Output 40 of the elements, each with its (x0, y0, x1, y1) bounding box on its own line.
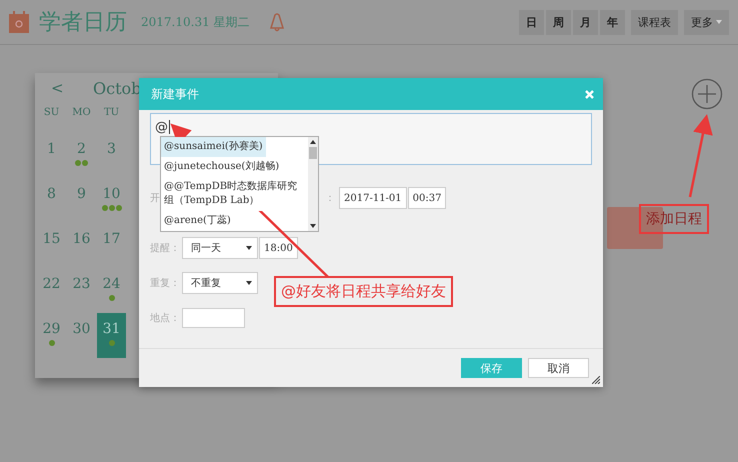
suggestion-item[interactable]: @sunsaimei(孙赛美) (161, 137, 266, 157)
annotation-label: @好友将日程共享给好友 (274, 276, 453, 307)
view-button[interactable]: 年 (600, 10, 625, 34)
caret-icon (246, 281, 252, 285)
view-button[interactable]: 周 (546, 10, 571, 34)
end-date-field[interactable]: 2017-11-01 (339, 187, 407, 209)
calendar-day[interactable]: 31 (97, 313, 126, 358)
view-button[interactable]: 更多 (684, 10, 729, 34)
weekday-label: SU (42, 106, 60, 120)
end-time-label: ： (325, 192, 336, 205)
cancel-button[interactable]: 取消 (528, 358, 589, 378)
close-icon[interactable] (585, 90, 594, 98)
reminder-time-field[interactable]: 18:00 (259, 237, 298, 259)
repeat-select[interactable]: 不重复 (182, 272, 258, 294)
caret-icon (246, 246, 252, 250)
scroll-up-icon[interactable] (310, 140, 316, 144)
start-time-label: 开 (150, 192, 160, 205)
scrollbar-thumb[interactable] (309, 147, 317, 159)
reminder-label: 提醒： (150, 242, 181, 255)
view-button[interactable]: 课程表 (631, 10, 678, 34)
calendar-icon (9, 11, 29, 33)
reminder-select[interactable]: 同一天 (182, 237, 258, 259)
end-time-field[interactable]: 00:37 (408, 187, 446, 209)
resize-grip-icon (592, 376, 600, 384)
weekday-label: MO (71, 106, 92, 120)
bell-icon[interactable] (268, 12, 286, 32)
scroll-down-icon[interactable] (310, 224, 316, 228)
repeat-label: 重复： (150, 276, 181, 290)
view-button[interactable]: 月 (573, 10, 598, 34)
location-field[interactable] (182, 308, 245, 328)
view-button[interactable]: 日 (519, 10, 544, 34)
dialog-title: 新建事件 (151, 86, 199, 102)
current-date: 2017.10.31 星期二 (141, 14, 250, 30)
add-icon[interactable] (691, 78, 723, 110)
caret-icon (716, 20, 722, 24)
app-title: 学者日历 (39, 9, 127, 37)
scrollbar[interactable] (308, 137, 318, 231)
weekday-label: TU (102, 106, 120, 120)
location-label: 地点： (150, 312, 181, 325)
annotation-label: 添加日程 (639, 204, 709, 234)
